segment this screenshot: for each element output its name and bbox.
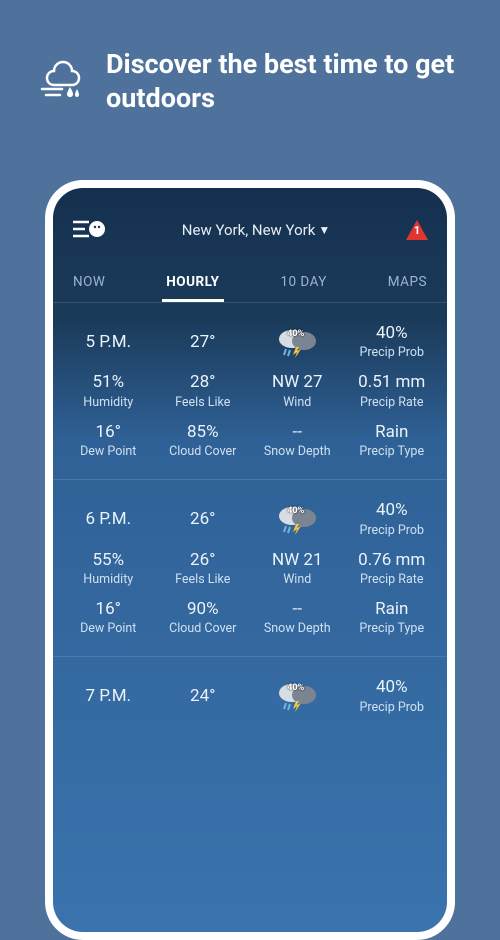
- feels-label: Feels Like: [175, 395, 230, 410]
- ptype: Rain: [375, 422, 408, 442]
- dew-label: Dew Point: [80, 444, 136, 459]
- precip-rate: 0.51 mm: [358, 372, 425, 392]
- snow: --: [293, 599, 302, 619]
- ptype-label: Precip Type: [359, 621, 424, 636]
- storm-icon: 40%: [274, 502, 320, 536]
- feels-label: Feels Like: [175, 572, 230, 587]
- wind: NW 27: [272, 372, 323, 392]
- alert-count: 1: [405, 224, 429, 237]
- wind-label: Wind: [283, 572, 311, 587]
- hourly-list[interactable]: 5 P.M. 27° 40% 40% Precip Prob: [53, 302, 447, 932]
- precip-prob: 40%: [376, 500, 408, 520]
- hour-block[interactable]: 6 P.M. 26° 40% 40% Precip Prob: [53, 479, 447, 656]
- feels: 28°: [190, 372, 215, 392]
- storm-icon: 40%: [274, 325, 320, 359]
- hour-time: 5 P.M.: [85, 332, 131, 352]
- humidity: 51%: [92, 372, 124, 392]
- ptype: Rain: [375, 599, 408, 619]
- topbar: New York, New York ▼ 1: [53, 188, 447, 252]
- precip-prob: 40%: [376, 323, 408, 343]
- cloud: 90%: [187, 599, 219, 619]
- hour-time: 7 P.M.: [85, 686, 131, 706]
- humidity: 55%: [92, 550, 124, 570]
- snow: --: [293, 422, 302, 442]
- precip-prob-label: Precip Prob: [360, 523, 424, 538]
- wind: NW 21: [272, 550, 323, 570]
- precip-prob: 40%: [376, 677, 408, 697]
- tab-hourly[interactable]: HOURLY: [162, 268, 223, 302]
- cloud: 85%: [187, 422, 219, 442]
- precip-rate-label: Precip Rate: [360, 395, 424, 410]
- humidity-label: Humidity: [83, 395, 133, 410]
- hour-time: 6 P.M.: [85, 509, 131, 529]
- hour-block[interactable]: 5 P.M. 27° 40% 40% Precip Prob: [53, 302, 447, 479]
- storm-icon: 40%: [274, 679, 320, 713]
- hour-block[interactable]: 7 P.M. 24° 40% 40% Precip Prob: [53, 656, 447, 734]
- chevron-down-icon: ▼: [318, 223, 330, 237]
- precip-rate: 0.76 mm: [358, 550, 425, 570]
- wind-rain-icon: [40, 57, 90, 107]
- tabs: NOW HOURLY 10 DAY MAPS: [53, 252, 447, 302]
- snow-label: Snow Depth: [264, 444, 331, 459]
- hour-temp: 27°: [190, 332, 215, 352]
- location-selector[interactable]: New York, New York ▼: [182, 221, 330, 239]
- app-screen: New York, New York ▼ 1 NOW HOURLY 10 DAY…: [53, 188, 447, 932]
- ptype-label: Precip Type: [359, 444, 424, 459]
- dew-label: Dew Point: [80, 621, 136, 636]
- location-label: New York, New York: [182, 221, 316, 239]
- dew: 16°: [96, 599, 121, 619]
- hero-title: Discover the best time to get outdoors: [106, 48, 460, 116]
- humidity-label: Humidity: [83, 572, 133, 587]
- icon-precip: 40%: [287, 506, 304, 517]
- cloud-label: Cloud Cover: [169, 444, 236, 459]
- menu-icon[interactable]: [71, 218, 107, 242]
- hero: Discover the best time to get outdoors: [0, 0, 500, 148]
- precip-prob-label: Precip Prob: [360, 700, 424, 715]
- hour-temp: 26°: [190, 509, 215, 529]
- wind-label: Wind: [283, 395, 311, 410]
- dew: 16°: [96, 422, 121, 442]
- precip-prob-label: Precip Prob: [360, 345, 424, 360]
- cloud-label: Cloud Cover: [169, 621, 236, 636]
- hour-temp: 24°: [190, 686, 215, 706]
- tab-now[interactable]: NOW: [69, 268, 109, 302]
- tab-maps[interactable]: MAPS: [384, 268, 431, 302]
- precip-rate-label: Precip Rate: [360, 572, 424, 587]
- snow-label: Snow Depth: [264, 621, 331, 636]
- alert-badge[interactable]: 1: [405, 219, 429, 241]
- icon-precip: 40%: [287, 683, 304, 694]
- phone-frame: New York, New York ▼ 1 NOW HOURLY 10 DAY…: [45, 180, 455, 940]
- tab-10day[interactable]: 10 DAY: [276, 268, 331, 302]
- icon-precip: 40%: [287, 329, 304, 340]
- feels: 26°: [190, 550, 215, 570]
